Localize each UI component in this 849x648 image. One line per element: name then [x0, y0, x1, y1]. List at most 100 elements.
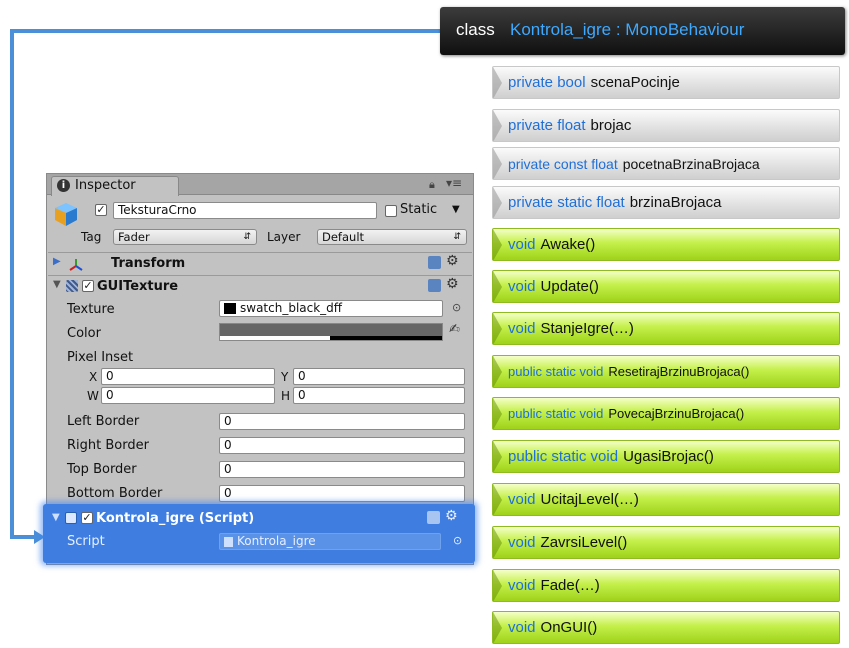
field-keywords: private static float	[508, 194, 625, 211]
transform-header[interactable]: ▶ Transform ⚙	[48, 252, 472, 275]
static-label: Static	[400, 202, 438, 217]
tag-label: Tag	[81, 230, 102, 244]
collapse-arrow-icon[interactable]: ▼	[53, 279, 61, 290]
script-field[interactable]: Kontrola_igre	[219, 533, 441, 550]
method-name: Update()	[540, 278, 599, 295]
method-name: Awake()	[540, 236, 596, 253]
help-icon[interactable]	[428, 256, 441, 269]
guitexture-enabled-checkbox[interactable]: ✓	[82, 280, 94, 292]
field-keywords: private float	[508, 117, 586, 134]
field-name: brzinaBrojaca	[629, 194, 722, 211]
bottom-border-label: Bottom Border	[67, 486, 163, 501]
class-name: Kontrola_igre : MonoBehaviour	[510, 20, 745, 39]
script-enabled-checkbox[interactable]: ✓	[81, 512, 93, 524]
script-label: Script	[67, 534, 105, 549]
object-picker-icon[interactable]: ⊙	[453, 534, 462, 547]
alpha-bar-dark	[330, 336, 442, 340]
tag-dropdown[interactable]: Fader ⇵	[113, 229, 257, 245]
left-border-label: Left Border	[67, 414, 140, 429]
y-field[interactable]: 0	[293, 368, 465, 385]
lock-icon[interactable]: 🔒︎	[429, 178, 435, 192]
texture-label: Texture	[67, 302, 115, 317]
method-name: StanjeIgre(…)	[540, 320, 634, 337]
top-border-label: Top Border	[67, 462, 137, 477]
tab-inspector[interactable]: i Inspector	[51, 176, 179, 196]
method-keywords: public static void	[508, 364, 604, 379]
object-name-field[interactable]: TeksturaCrno	[113, 202, 377, 219]
black-swatch-icon	[224, 303, 236, 314]
layer-dropdown[interactable]: Default ⇵	[317, 229, 467, 245]
method-row: public static void UgasiBrojac()	[492, 440, 840, 473]
right-border-field[interactable]: 0	[219, 437, 465, 454]
right-border-label: Right Border	[67, 438, 149, 453]
guitexture-icon	[66, 280, 78, 292]
method-row: void Awake()	[492, 228, 840, 261]
row-notch	[493, 148, 502, 179]
object-picker-icon[interactable]: ⊙	[452, 301, 461, 314]
method-row: public static void ResetirajBrzinuBrojaca…	[492, 355, 840, 388]
w-label: W	[87, 389, 99, 403]
method-name: UgasiBrojac()	[623, 448, 714, 465]
eyedropper-icon[interactable]: ✍︎	[449, 322, 460, 337]
top-border-field[interactable]: 0	[219, 461, 465, 478]
texture-value: swatch_black_dff	[240, 301, 343, 315]
row-notch	[493, 527, 502, 558]
script-component[interactable]: ▼ ✓ Kontrola_igre (Script) ⚙ Script Kont…	[43, 504, 475, 563]
guitexture-header[interactable]: ▼ ✓ GUITexture ⚙	[48, 275, 472, 298]
gear-icon[interactable]: ⚙	[445, 508, 458, 524]
help-icon[interactable]	[428, 279, 441, 292]
method-name: UcitajLevel(…)	[540, 491, 639, 508]
method-keywords: void	[508, 278, 536, 295]
h-field[interactable]: 0	[293, 387, 465, 404]
method-name: PovecajBrzinuBrojaca()	[608, 406, 745, 421]
method-keywords: public static void	[508, 406, 604, 421]
method-row: void UcitajLevel(…)	[492, 483, 840, 516]
active-checkbox[interactable]: ✓	[95, 204, 107, 216]
w-field[interactable]: 0	[101, 387, 275, 404]
h-label: H	[281, 389, 291, 403]
method-keywords: public static void	[508, 448, 619, 465]
method-row: public static void PovecajBrzinuBrojaca()	[492, 397, 840, 430]
help-icon[interactable]	[427, 511, 440, 524]
row-notch	[493, 612, 502, 643]
method-keywords: void	[508, 320, 536, 337]
method-row: void Fade(…)	[492, 569, 840, 602]
guitexture-title: GUITexture	[97, 279, 179, 294]
class-header: class Kontrola_igre : MonoBehaviour	[440, 7, 845, 55]
field-name: brojac	[590, 117, 632, 134]
field-row: private static float brzinaBrojaca	[492, 186, 840, 219]
pixel-inset-label: Pixel Inset	[67, 350, 134, 365]
method-keywords: void	[508, 534, 536, 551]
bottom-border-field[interactable]: 0	[219, 485, 465, 502]
expand-arrow-icon[interactable]: ▶	[53, 256, 61, 267]
field-row: private const float pocetnaBrzinaBrojaca	[492, 147, 840, 180]
row-notch	[493, 229, 502, 260]
static-checkbox[interactable]	[385, 205, 397, 217]
field-keywords: private const float	[508, 155, 618, 172]
row-notch	[493, 398, 502, 429]
method-keywords: void	[508, 577, 536, 594]
script-component-title: Kontrola_igre (Script)	[96, 511, 255, 526]
field-keywords: private bool	[508, 74, 586, 91]
inspector-panel: i Inspector 🔒︎ ▾≡ ✓ TeksturaCrno Static …	[43, 173, 475, 565]
gear-icon[interactable]: ⚙	[446, 276, 459, 292]
texture-field[interactable]: swatch_black_dff	[219, 300, 443, 317]
static-dropdown-icon[interactable]: ▼	[452, 204, 460, 215]
menu-icon[interactable]: ▾≡	[446, 176, 462, 190]
method-row: void ZavrsiLevel()	[492, 526, 840, 559]
left-border-field[interactable]: 0	[219, 413, 465, 430]
x-field[interactable]: 0	[101, 368, 275, 385]
field-name: pocetnaBrzinaBrojaca	[622, 155, 760, 172]
row-notch	[493, 441, 502, 472]
collapse-arrow-icon[interactable]: ▼	[52, 512, 60, 523]
y-label: Y	[281, 370, 289, 384]
method-row: void Update()	[492, 270, 840, 303]
gear-icon[interactable]: ⚙	[446, 253, 459, 269]
color-field[interactable]	[219, 323, 443, 341]
color-label: Color	[67, 326, 101, 341]
inspector-tabbar: i Inspector 🔒︎ ▾≡	[47, 174, 473, 196]
method-keywords: void	[508, 619, 536, 636]
method-name: Fade(…)	[540, 577, 600, 594]
row-notch	[493, 187, 502, 218]
transform-title: Transform	[111, 256, 186, 271]
